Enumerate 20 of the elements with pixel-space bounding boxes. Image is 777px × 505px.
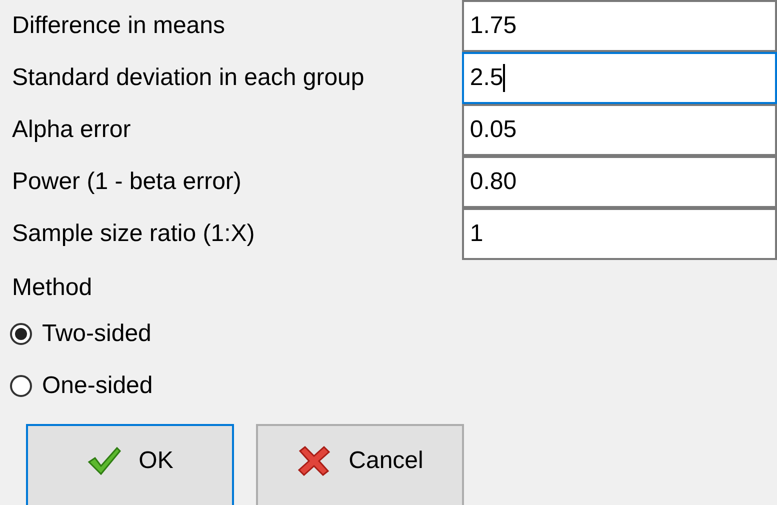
radio-label: Two-sided [42,319,152,349]
field-label: Power (1 - beta error) [11,167,242,197]
field-label: Alpha error [11,115,132,145]
field-label: Standard deviation in each group [11,63,366,93]
cancel-button[interactable]: Cancel [256,424,464,505]
input-field[interactable]: 2.5 [462,52,777,104]
checkmark-icon [86,446,121,476]
input-field[interactable]: 1.75 [462,0,777,52]
text-caret [503,64,506,92]
radio-label: One-sided [42,371,153,401]
input-field[interactable]: 0.80 [462,156,777,208]
radio-button[interactable] [10,375,32,397]
field-label: Sample size ratio (1:X) [11,219,256,249]
input-field[interactable]: 0.05 [462,104,777,156]
field-label: Difference in means [11,11,226,41]
group-label: Method [12,274,92,301]
cross-icon [296,445,331,477]
input-field[interactable]: 1 [462,208,777,260]
radio-button[interactable] [10,323,32,345]
ok-button[interactable]: OK [26,424,234,505]
